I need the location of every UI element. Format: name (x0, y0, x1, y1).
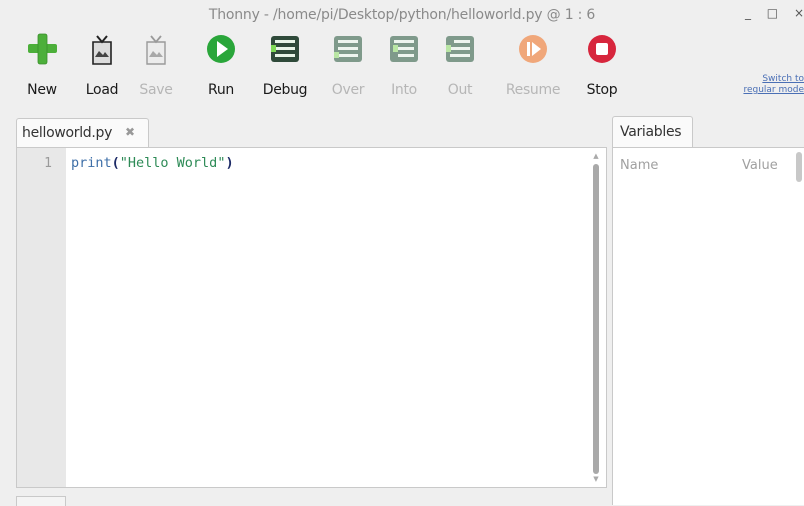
close-button[interactable]: × (794, 6, 804, 20)
step-out-icon (446, 36, 474, 62)
tab-label: helloworld.py (22, 125, 113, 141)
new-label: New (27, 82, 57, 98)
line-number: 1 (44, 156, 52, 171)
tab-variables[interactable]: Variables (612, 116, 693, 148)
code-open-paren: ( (111, 155, 120, 171)
line-number-gutter: 1 (17, 148, 66, 487)
save-file-icon (146, 35, 166, 65)
run-label: Run (208, 82, 234, 98)
window-title: Thonny - /home/pi/Desktop/python/hellowo… (208, 7, 596, 23)
load-label: Load (85, 82, 119, 98)
switch-mode-link[interactable]: Switch to regular mode (734, 74, 804, 96)
variables-table[interactable]: Name Value (612, 147, 804, 505)
tab-helloworld[interactable]: helloworld.py ✖ (16, 118, 149, 148)
variables-header: Name Value (613, 148, 804, 178)
column-header-value[interactable]: Value (742, 158, 778, 173)
stop-label: Stop (586, 82, 618, 98)
toolbar: New Load Save Run Debug Over Into Out Re… (0, 30, 804, 110)
debug-label: Debug (262, 82, 308, 98)
column-header-name[interactable]: Name (620, 158, 658, 173)
maximize-button[interactable]: □ (767, 6, 778, 20)
variables-scrollbar-thumb[interactable] (796, 152, 802, 182)
variables-scrollbar[interactable] (796, 152, 802, 182)
debug-icon (271, 36, 299, 62)
step-into-label: Into (391, 82, 417, 98)
code-string: "Hello World" (119, 155, 226, 171)
stop-icon (588, 35, 616, 63)
variables-panel: Variables Name Value (612, 114, 804, 505)
title-bar: Thonny - /home/pi/Desktop/python/hellowo… (0, 0, 804, 30)
scroll-down-arrow-icon[interactable]: ▼ (592, 475, 600, 483)
code-close-paren: ) (225, 155, 234, 171)
editor-notebook: helloworld.py ✖ 1 print("Hello World") ▲… (16, 114, 607, 506)
resume-label: Resume (505, 82, 561, 98)
load-file-icon (92, 35, 112, 65)
new-file-icon (28, 33, 57, 65)
code-function: print (71, 155, 112, 171)
run-icon (207, 35, 235, 63)
code-editor[interactable]: 1 print("Hello World") ▲ ▼ (16, 147, 607, 488)
scroll-up-arrow-icon[interactable]: ▲ (592, 152, 600, 160)
save-label: Save (139, 82, 173, 98)
variables-tab-label: Variables (620, 124, 682, 140)
editor-scrollbar[interactable]: ▲ ▼ (592, 152, 600, 483)
scrollbar-thumb[interactable] (593, 164, 599, 474)
step-into-icon (390, 36, 418, 62)
resume-icon (519, 35, 547, 63)
close-tab-icon[interactable]: ✖ (125, 125, 135, 139)
window-controls: _ □ × (733, 6, 804, 20)
minimize-button[interactable]: _ (745, 6, 751, 20)
step-over-icon (334, 36, 362, 62)
switch-mode-line2: regular mode (743, 85, 804, 95)
step-over-label: Over (331, 82, 365, 98)
step-out-label: Out (447, 82, 473, 98)
code-line[interactable]: print("Hello World") (71, 155, 234, 171)
switch-mode-line1: Switch to (762, 74, 804, 84)
